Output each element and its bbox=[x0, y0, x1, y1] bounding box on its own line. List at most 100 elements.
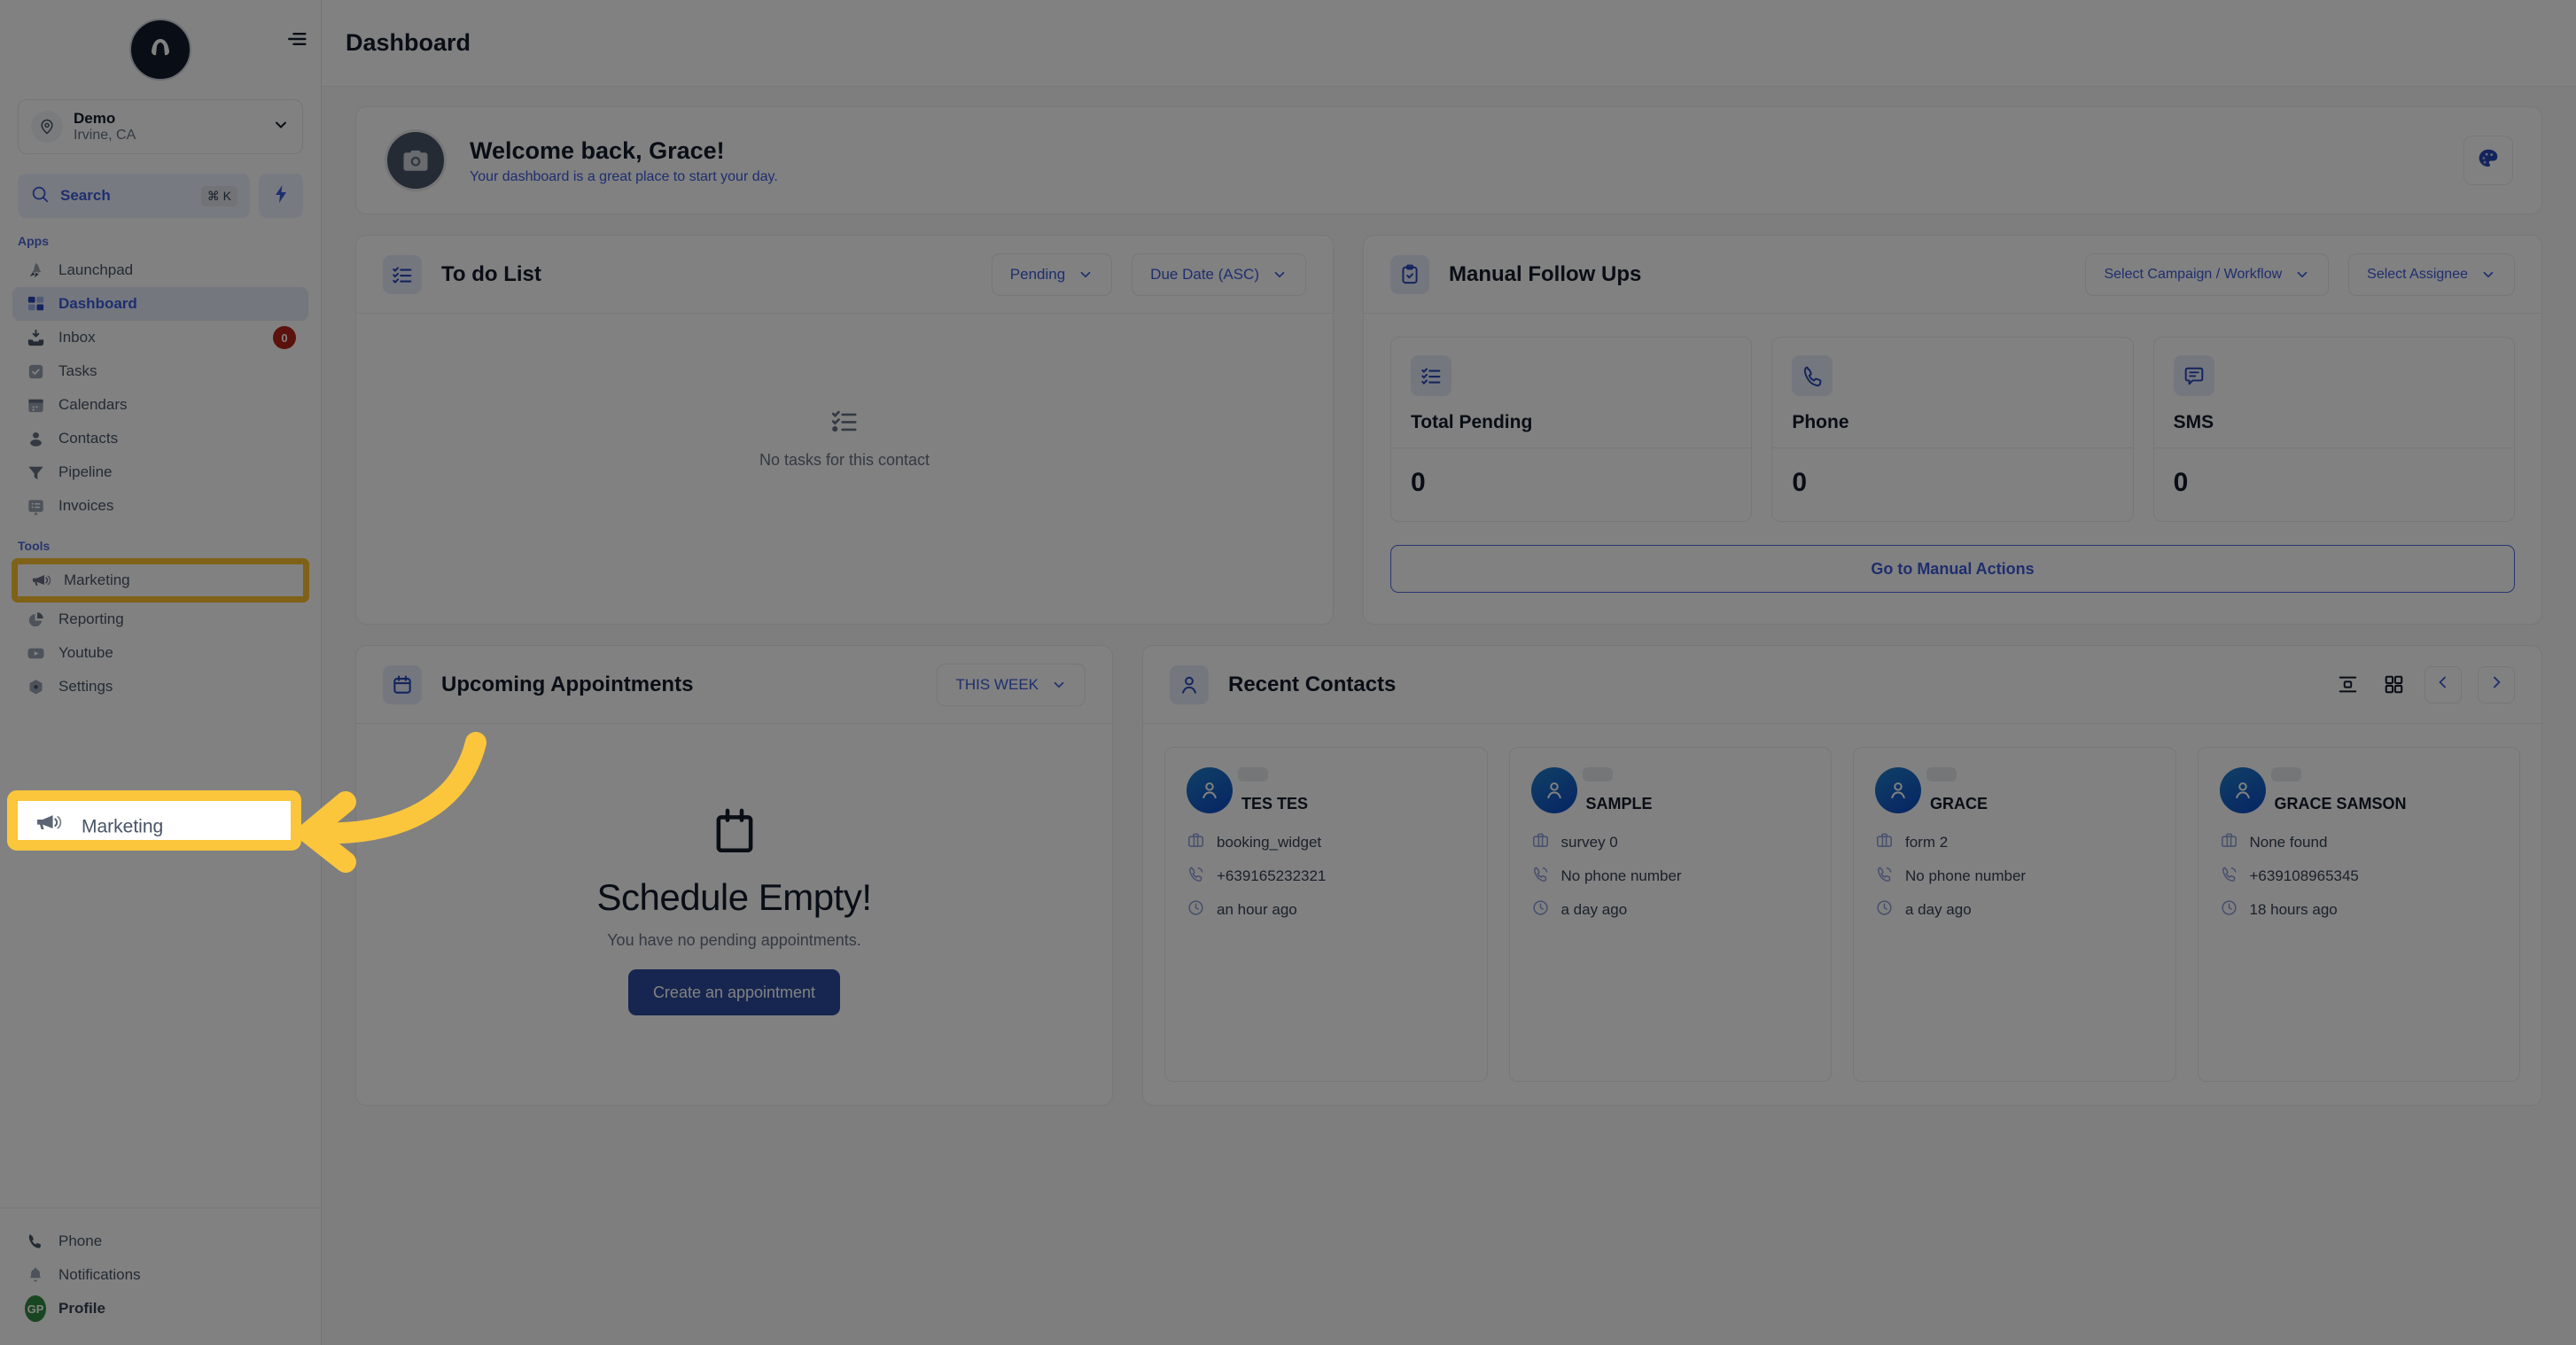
sidebar-item-calendars[interactable]: Calendars bbox=[12, 388, 308, 422]
stat-label: Total Pending bbox=[1411, 412, 1533, 432]
phone-icon bbox=[25, 1231, 46, 1252]
location-pin-icon bbox=[31, 111, 63, 143]
sidebar-item-youtube[interactable]: Youtube bbox=[12, 636, 308, 670]
recent-contacts-next-button[interactable] bbox=[2478, 665, 2515, 704]
mfu-campaign-filter[interactable]: Select Campaign / Workflow bbox=[2085, 253, 2330, 296]
contact-phone-row: No phone number bbox=[1875, 865, 2154, 888]
appointments-empty-title: Schedule Empty! bbox=[596, 876, 872, 918]
recent-contacts-header: Recent Contacts bbox=[1143, 646, 2541, 724]
todo-empty-text: No tasks for this contact bbox=[759, 451, 930, 469]
mfu-campaign-filter-label: Select Campaign / Workflow bbox=[2104, 266, 2283, 282]
contact-card[interactable]: SAMPLE survey 0 No phone number a day ag… bbox=[1508, 747, 1832, 1082]
search-input[interactable]: Search ⌘ K bbox=[18, 174, 250, 218]
camera-icon[interactable] bbox=[385, 129, 447, 191]
sidebar-item-label: Inbox bbox=[58, 329, 96, 346]
avatar: GP bbox=[25, 1295, 46, 1322]
collapse-sidebar-icon[interactable] bbox=[282, 24, 312, 54]
contact-card[interactable]: TES TES booking_widget +639165232321 an … bbox=[1164, 747, 1488, 1082]
clock-icon bbox=[1187, 898, 1205, 921]
list-view-icon[interactable] bbox=[2332, 670, 2362, 700]
stat-label: Phone bbox=[1792, 412, 1849, 432]
briefcase-icon bbox=[2220, 831, 2238, 854]
sidebar-item-pipeline[interactable]: Pipeline bbox=[12, 455, 308, 489]
appointments-range-label: THIS WEEK bbox=[955, 675, 1039, 693]
mfu-assignee-filter[interactable]: Select Assignee bbox=[2348, 253, 2515, 296]
search-icon bbox=[30, 184, 50, 208]
sidebar-item-label: Pipeline bbox=[58, 463, 113, 480]
todo-status-filter[interactable]: Pending bbox=[991, 253, 1113, 296]
sidebar-item-label: Notifications bbox=[58, 1266, 141, 1283]
appointments-range-filter[interactable]: THIS WEEK bbox=[937, 663, 1086, 706]
todo-empty-state: No tasks for this contact bbox=[356, 314, 1333, 624]
contact-phone-row: +639165232321 bbox=[1187, 865, 1466, 888]
location-switcher[interactable]: Demo Irvine, CA bbox=[18, 99, 303, 154]
sidebar-item-notifications[interactable]: Notifications bbox=[12, 1258, 308, 1292]
contact-name: GRACE bbox=[1930, 795, 1988, 812]
sidebar-item-profile[interactable]: GP Profile bbox=[12, 1292, 308, 1326]
contact-phone: +639165232321 bbox=[1217, 867, 1327, 884]
recent-contacts-card: Recent Contacts TES TES booking_widget +… bbox=[1142, 645, 2542, 1106]
sidebar-item-inbox[interactable]: Inbox 0 bbox=[12, 321, 308, 354]
recent-contacts-list: TES TES booking_widget +639165232321 an … bbox=[1143, 724, 2541, 1105]
chevron-right-icon bbox=[2487, 673, 2505, 696]
grid-view-icon[interactable] bbox=[2378, 670, 2409, 700]
appointments-empty-sub: You have no pending appointments. bbox=[607, 931, 861, 949]
recent-contacts-prev-button[interactable] bbox=[2424, 665, 2462, 704]
contact-tag-placeholder bbox=[1238, 767, 1268, 781]
app-logo-icon[interactable] bbox=[129, 19, 191, 81]
youtube-icon bbox=[25, 642, 46, 664]
sidebar-item-invoices[interactable]: Invoices bbox=[12, 489, 308, 523]
megaphone-icon bbox=[30, 570, 51, 591]
sidebar-item-contacts[interactable]: Contacts bbox=[12, 422, 308, 455]
sidebar-item-label: Profile bbox=[58, 1300, 105, 1317]
stat-phone: Phone 0 bbox=[1771, 337, 2134, 522]
topbar: Dashboard bbox=[322, 0, 2576, 87]
sidebar-item-label: Calendars bbox=[58, 396, 128, 413]
briefcase-icon bbox=[1187, 831, 1205, 854]
location-sub: Irvine, CA bbox=[74, 127, 136, 143]
contact-source: booking_widget bbox=[1217, 834, 1322, 851]
manual-follow-ups-card: Manual Follow Ups Select Campaign / Work… bbox=[1363, 235, 2542, 625]
briefcase-icon bbox=[1531, 831, 1550, 854]
contact-time-row: an hour ago bbox=[1187, 898, 1466, 921]
sidebar-item-tasks[interactable]: Tasks bbox=[12, 354, 308, 388]
sidebar-item-label: Settings bbox=[58, 678, 113, 695]
todo-sort-filter[interactable]: Due Date (ASC) bbox=[1132, 253, 1306, 296]
main-content: Welcome back, Grace! Your dashboard is a… bbox=[322, 87, 2576, 1345]
phone-icon bbox=[1792, 355, 1833, 396]
sms-icon bbox=[2173, 355, 2214, 396]
contact-card[interactable]: GRACE form 2 No phone number a day ago bbox=[1853, 747, 2176, 1082]
avatar bbox=[2219, 767, 2266, 813]
create-appointment-button[interactable]: Create an appointment bbox=[627, 969, 841, 1015]
phone-icon bbox=[1875, 865, 1894, 888]
contact-tag-placeholder bbox=[1582, 767, 1613, 781]
invoices-icon bbox=[25, 495, 46, 517]
sidebar-item-label: Reporting bbox=[58, 610, 124, 627]
gear-icon bbox=[25, 676, 46, 697]
contact-time-row: a day ago bbox=[1875, 898, 2154, 921]
quick-actions-button[interactable] bbox=[259, 174, 303, 218]
mfu-card-header: Manual Follow Ups Select Campaign / Work… bbox=[1364, 236, 2541, 314]
contact-time: 18 hours ago bbox=[2249, 901, 2338, 918]
appointments-card-title: Upcoming Appointments bbox=[441, 672, 694, 696]
contact-source-row: None found bbox=[2220, 831, 2499, 854]
contact-tag-placeholder bbox=[2270, 767, 2301, 781]
stat-label: SMS bbox=[2173, 412, 2214, 432]
contact-card[interactable]: GRACE SAMSON None found +639108965345 18… bbox=[2197, 747, 2520, 1082]
sidebar-item-reporting[interactable]: Reporting bbox=[12, 603, 308, 636]
brand-logo-wrap[interactable] bbox=[0, 0, 321, 99]
welcome-banner: Welcome back, Grace! Your dashboard is a… bbox=[355, 106, 2542, 214]
dashboard-row-1: To do List Pending Due Date (ASC) No tas… bbox=[355, 235, 2542, 625]
sidebar-item-marketing[interactable]: Marketing bbox=[12, 559, 308, 602]
contact-source-row: survey 0 bbox=[1531, 831, 1810, 854]
go-to-manual-actions-button[interactable]: Go to Manual Actions bbox=[1390, 545, 2515, 593]
sidebar-item-label: Marketing bbox=[64, 571, 130, 588]
theme-palette-button[interactable] bbox=[2463, 136, 2513, 185]
sidebar-item-dashboard[interactable]: Dashboard bbox=[12, 287, 308, 321]
pipeline-icon bbox=[25, 462, 46, 483]
checklist-icon bbox=[1411, 355, 1451, 396]
sidebar-item-launchpad[interactable]: Launchpad bbox=[12, 253, 308, 287]
sidebar-item-settings[interactable]: Settings bbox=[12, 670, 308, 704]
sidebar-item-phone[interactable]: Phone bbox=[12, 1224, 308, 1258]
sidebar-item-label: Launchpad bbox=[58, 261, 134, 278]
